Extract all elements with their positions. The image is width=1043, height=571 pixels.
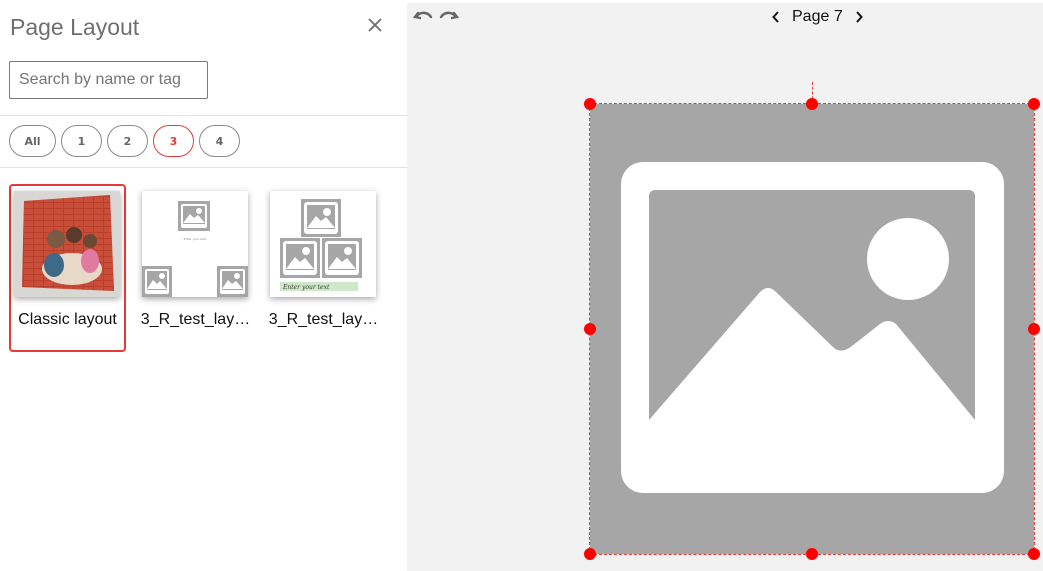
resize-handle-right[interactable] [1028, 323, 1040, 335]
close-button[interactable] [364, 14, 386, 36]
photo-canvas-thumbnail [14, 191, 120, 297]
chevron-right-icon [855, 11, 863, 23]
layout-label: 3_R_test_lay… [140, 311, 251, 328]
redo-button[interactable] [438, 9, 460, 25]
layout-thumbnail [14, 191, 120, 297]
filter-3[interactable]: 3 [153, 125, 194, 157]
layout-label: 3_R_test_lay… [268, 311, 379, 328]
resize-handle-top-right[interactable] [1028, 98, 1040, 110]
layout-thumbnail: Enter your text [142, 191, 248, 297]
filter-1[interactable]: 1 [61, 125, 102, 157]
undo-icon [412, 11, 433, 20]
undo-button[interactable] [412, 9, 434, 25]
image-frame[interactable] [589, 103, 1035, 555]
count-filter-group: All 1 2 3 4 [9, 125, 240, 157]
resize-handle-bottom-left[interactable] [584, 548, 596, 560]
redo-icon [439, 11, 460, 20]
resize-handle-bottom[interactable] [806, 548, 818, 560]
chevron-left-icon [772, 11, 779, 23]
layout-thumbnail: Enter your text [270, 191, 376, 297]
page-label: Page 7 [792, 8, 843, 25]
resize-handle-top[interactable] [806, 98, 818, 110]
page-navigator: Page 7 [770, 8, 865, 26]
image-placeholder-icon: Enter your text [142, 191, 248, 297]
image-placeholder-icon: Enter your text [270, 191, 376, 297]
resize-handle-bottom-right[interactable] [1028, 548, 1040, 560]
previous-page-button[interactable] [770, 10, 782, 24]
resize-handle-top-left[interactable] [584, 98, 596, 110]
divider [0, 115, 407, 116]
filter-2[interactable]: 2 [107, 125, 148, 157]
layout-label: Classic layout [18, 311, 117, 328]
layout-card-3r-test-2[interactable]: Enter your text 3_R_test_lay… [265, 184, 382, 352]
close-icon [368, 18, 382, 32]
page-layout-panel: Page Layout All 1 2 3 4 [0, 0, 407, 571]
search-input[interactable] [9, 61, 208, 99]
layout-card-3r-test-1[interactable]: Enter your text 3_R_test_lay… [137, 184, 254, 352]
thumb-caption: Enter your text [282, 284, 330, 291]
layout-card-classic[interactable]: Classic layout [9, 184, 126, 352]
thumb-caption: Enter your text [184, 237, 207, 241]
panel-title: Page Layout [10, 14, 140, 40]
resize-handle-left[interactable] [584, 323, 596, 335]
image-placeholder-icon [621, 162, 1004, 493]
filter-all[interactable]: All [9, 125, 56, 157]
filter-4[interactable]: 4 [199, 125, 240, 157]
next-page-button[interactable] [853, 10, 865, 24]
divider [0, 167, 407, 168]
